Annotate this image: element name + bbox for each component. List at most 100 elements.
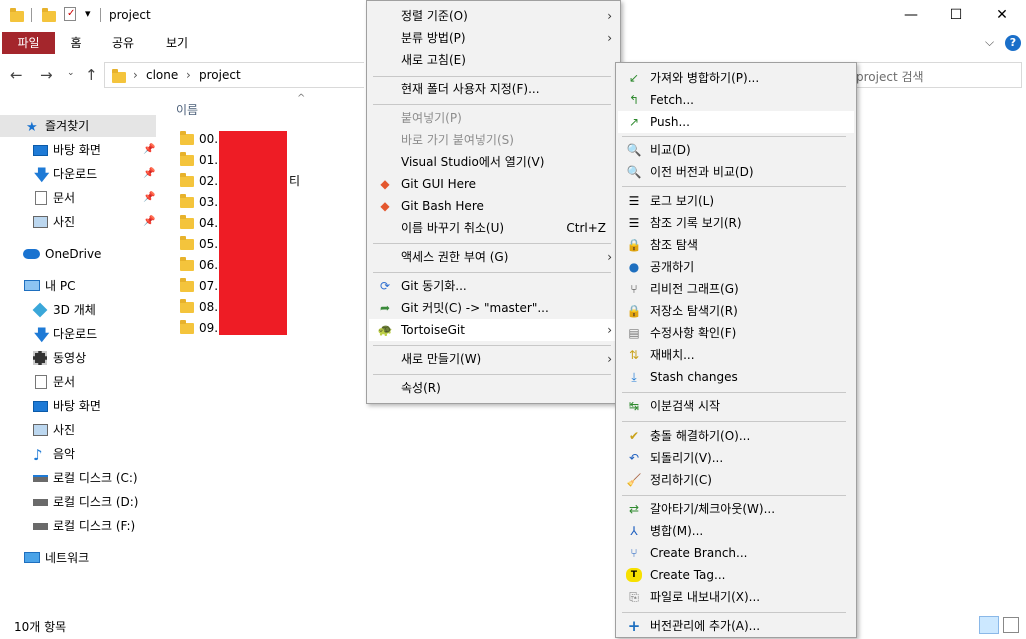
- address-bar[interactable]: › clone › project: [104, 62, 364, 88]
- breadcrumb-clone[interactable]: clone: [146, 68, 178, 82]
- sidebar-item-pictures-pc[interactable]: 사진: [0, 419, 156, 441]
- up-arrow-icon[interactable]: ↑: [85, 66, 98, 84]
- maximize-button[interactable]: ☐: [933, 0, 979, 30]
- menu-item-undo-rename[interactable]: 이름 바꾸기 취소(U) Ctrl+Z: [369, 217, 618, 239]
- sidebar-item-downloads[interactable]: 🡇 다운로드 📌: [0, 163, 156, 185]
- menu-item-diff[interactable]: 🔍 비교(D): [618, 139, 854, 161]
- tab-share[interactable]: 공유: [108, 32, 138, 54]
- menu-item-export[interactable]: ⎘ 파일로 내보내기(X)...: [618, 586, 854, 608]
- sidebar-item-onedrive[interactable]: OneDrive: [0, 243, 156, 265]
- pin-icon[interactable]: 📌: [143, 211, 155, 233]
- pin-icon[interactable]: 📌: [143, 139, 155, 161]
- sidebar-item-network[interactable]: 네트워크: [0, 547, 156, 569]
- column-header-name[interactable]: 이름: [176, 101, 198, 118]
- back-arrow-icon[interactable]: ←: [10, 66, 23, 84]
- menu-item-revision-graph[interactable]: ⑂ 리비전 그래프(G): [618, 278, 854, 300]
- menu-item-browse-references[interactable]: 🔒 참조 탐색: [618, 234, 854, 256]
- menu-item-merge[interactable]: ⅄ 병합(M)...: [618, 520, 854, 542]
- sidebar-item-documents[interactable]: 문서 📌: [0, 187, 156, 209]
- menu-item-resolve[interactable]: ✔ 충돌 해결하기(O)...: [618, 425, 854, 447]
- menu-item-properties[interactable]: 속성(R): [369, 377, 618, 399]
- menu-item-git-gui[interactable]: ◆ Git GUI Here: [369, 173, 618, 195]
- help-icon[interactable]: ?: [1005, 35, 1021, 51]
- pin-icon[interactable]: 📌: [143, 163, 155, 185]
- menu-item-pull[interactable]: ↙ 가져와 병합하기(P)...: [618, 67, 854, 89]
- menu-item-group-by[interactable]: 분류 방법(P) ›: [369, 27, 618, 49]
- menu-item-switch-checkout[interactable]: ⇄ 갈아타기/체크아웃(W)...: [618, 498, 854, 520]
- menu-item-new[interactable]: 새로 만들기(W) ›: [369, 348, 618, 370]
- menu-item-give-access[interactable]: 액세스 권한 부여 (G) ›: [369, 246, 618, 268]
- sidebar-item-pictures[interactable]: 사진 📌: [0, 211, 156, 233]
- tab-home[interactable]: 홈: [64, 32, 88, 54]
- menu-item-stash[interactable]: ⤓ Stash changes: [618, 366, 854, 388]
- sidebar-item-drive-c[interactable]: 로컬 디스크 (C:): [0, 467, 156, 489]
- menu-item-fetch[interactable]: ↰ Fetch...: [618, 89, 854, 111]
- ribbon-collapse-icon[interactable]: ⌵: [985, 35, 994, 50]
- menu-separator: [622, 495, 846, 496]
- breadcrumb-project[interactable]: project: [199, 68, 241, 82]
- close-button[interactable]: ✕: [979, 0, 1025, 30]
- menu-item-rebase[interactable]: ⇅ 재배치...: [618, 344, 854, 366]
- sidebar-item-downloads-pc[interactable]: 🡇 다운로드: [0, 323, 156, 345]
- drive-icon: [33, 475, 48, 482]
- menu-item-cleanup[interactable]: 🧹 정리하기(C): [618, 469, 854, 491]
- menu-item-show-reflog[interactable]: ☰ 참조 기록 보기(R): [618, 212, 854, 234]
- menu-item-sort-by[interactable]: 정렬 기준(O) ›: [369, 5, 618, 27]
- recent-locations-icon[interactable]: ⌄: [67, 68, 75, 78]
- pictures-icon: [33, 424, 48, 436]
- menu-item-revert[interactable]: ↶ 되돌리기(V)...: [618, 447, 854, 469]
- globe-icon: ●: [628, 260, 640, 274]
- search-input[interactable]: project 검색: [856, 62, 1022, 88]
- sidebar-item-drive-f[interactable]: 로컬 디스크 (F:): [0, 515, 156, 537]
- sidebar-item-quick-access[interactable]: ★ 즐겨찾기: [0, 115, 156, 137]
- tab-view[interactable]: 보기: [162, 32, 192, 54]
- folder-icon: [180, 152, 194, 166]
- menu-item-show-log[interactable]: ☰ 로그 보기(L): [618, 190, 854, 212]
- menu-item-diff-previous[interactable]: 🔍 이전 버전과 비교(D): [618, 161, 854, 183]
- menu-item-tortoisegit[interactable]: 🐢 TortoiseGit ›: [369, 319, 618, 341]
- properties-icon[interactable]: ✓: [64, 7, 76, 21]
- rebase-icon: ⇅: [628, 348, 640, 362]
- menu-item-git-sync[interactable]: ⟳ Git 동기화...: [369, 275, 618, 297]
- menu-item-daemon[interactable]: ● 공개하기: [618, 256, 854, 278]
- document-icon: [35, 375, 47, 389]
- sidebar-item-drive-d[interactable]: 로컬 디스크 (D:): [0, 491, 156, 513]
- menu-item-create-branch[interactable]: ⑂ Create Branch...: [618, 542, 854, 564]
- menu-item-create-tag[interactable]: T Create Tag...: [618, 564, 854, 586]
- file-name: 02.: [199, 174, 219, 188]
- menu-item-open-visual-studio[interactable]: Visual Studio에서 열기(V): [369, 151, 618, 173]
- sidebar-label: 즐겨찾기: [45, 119, 90, 133]
- menu-item-check-modifications[interactable]: ▤ 수정사항 확인(F): [618, 322, 854, 344]
- menu-item-refresh[interactable]: 새로 고침(E): [369, 49, 618, 71]
- sidebar-item-music[interactable]: ♪ 음악: [0, 443, 156, 465]
- menu-item-customize-folder[interactable]: 현재 폴더 사용자 지정(F)...: [369, 78, 618, 100]
- context-menu: 정렬 기준(O) › 분류 방법(P) › 새로 고침(E) 현재 폴더 사용자 지…: [366, 0, 621, 404]
- sidebar-item-desktop[interactable]: 바탕 화면 📌: [0, 139, 156, 161]
- menu-item-paste-shortcut: 바로 가기 붙여넣기(S): [401, 133, 514, 147]
- file-name: 00.: [199, 132, 219, 146]
- menu-item-push[interactable]: ↗ Push...: [618, 111, 854, 133]
- new-folder-icon[interactable]: [42, 8, 56, 22]
- menu-item-add[interactable]: + 버전관리에 추가(A)...: [618, 615, 854, 637]
- file-name: 08.: [199, 300, 219, 314]
- menu-item-git-bash[interactable]: ◆ Git Bash Here: [369, 195, 618, 217]
- menu-item-git-commit[interactable]: ➦ Git 커밋(C) -> "master"...: [369, 297, 618, 319]
- sidebar-item-videos[interactable]: 동영상: [0, 347, 156, 369]
- large-icons-view-icon[interactable]: [1003, 617, 1019, 633]
- sidebar-item-this-pc[interactable]: 내 PC: [0, 275, 156, 297]
- references-icon: 🔒: [626, 238, 642, 252]
- sidebar-item-documents-pc[interactable]: 문서: [0, 371, 156, 393]
- quick-access-dropdown-icon[interactable]: ▾: [85, 7, 91, 20]
- menu-item-bisect[interactable]: ↹ 이분검색 시작: [618, 395, 854, 417]
- tab-file[interactable]: 파일: [2, 32, 55, 54]
- details-view-icon[interactable]: [979, 616, 999, 634]
- menu-item-repo-browser[interactable]: 🔒 저장소 탐색기(R): [618, 300, 854, 322]
- forward-arrow-icon[interactable]: →: [40, 66, 53, 84]
- divider: [100, 8, 101, 22]
- sidebar-label: 다운로드: [53, 167, 98, 181]
- sidebar-item-desktop-pc[interactable]: 바탕 화면: [0, 395, 156, 417]
- sidebar-item-3d-objects[interactable]: 3D 개체: [0, 299, 156, 321]
- file-name: 03.: [199, 195, 219, 209]
- pin-icon[interactable]: 📌: [143, 187, 155, 209]
- minimize-button[interactable]: —: [888, 0, 934, 30]
